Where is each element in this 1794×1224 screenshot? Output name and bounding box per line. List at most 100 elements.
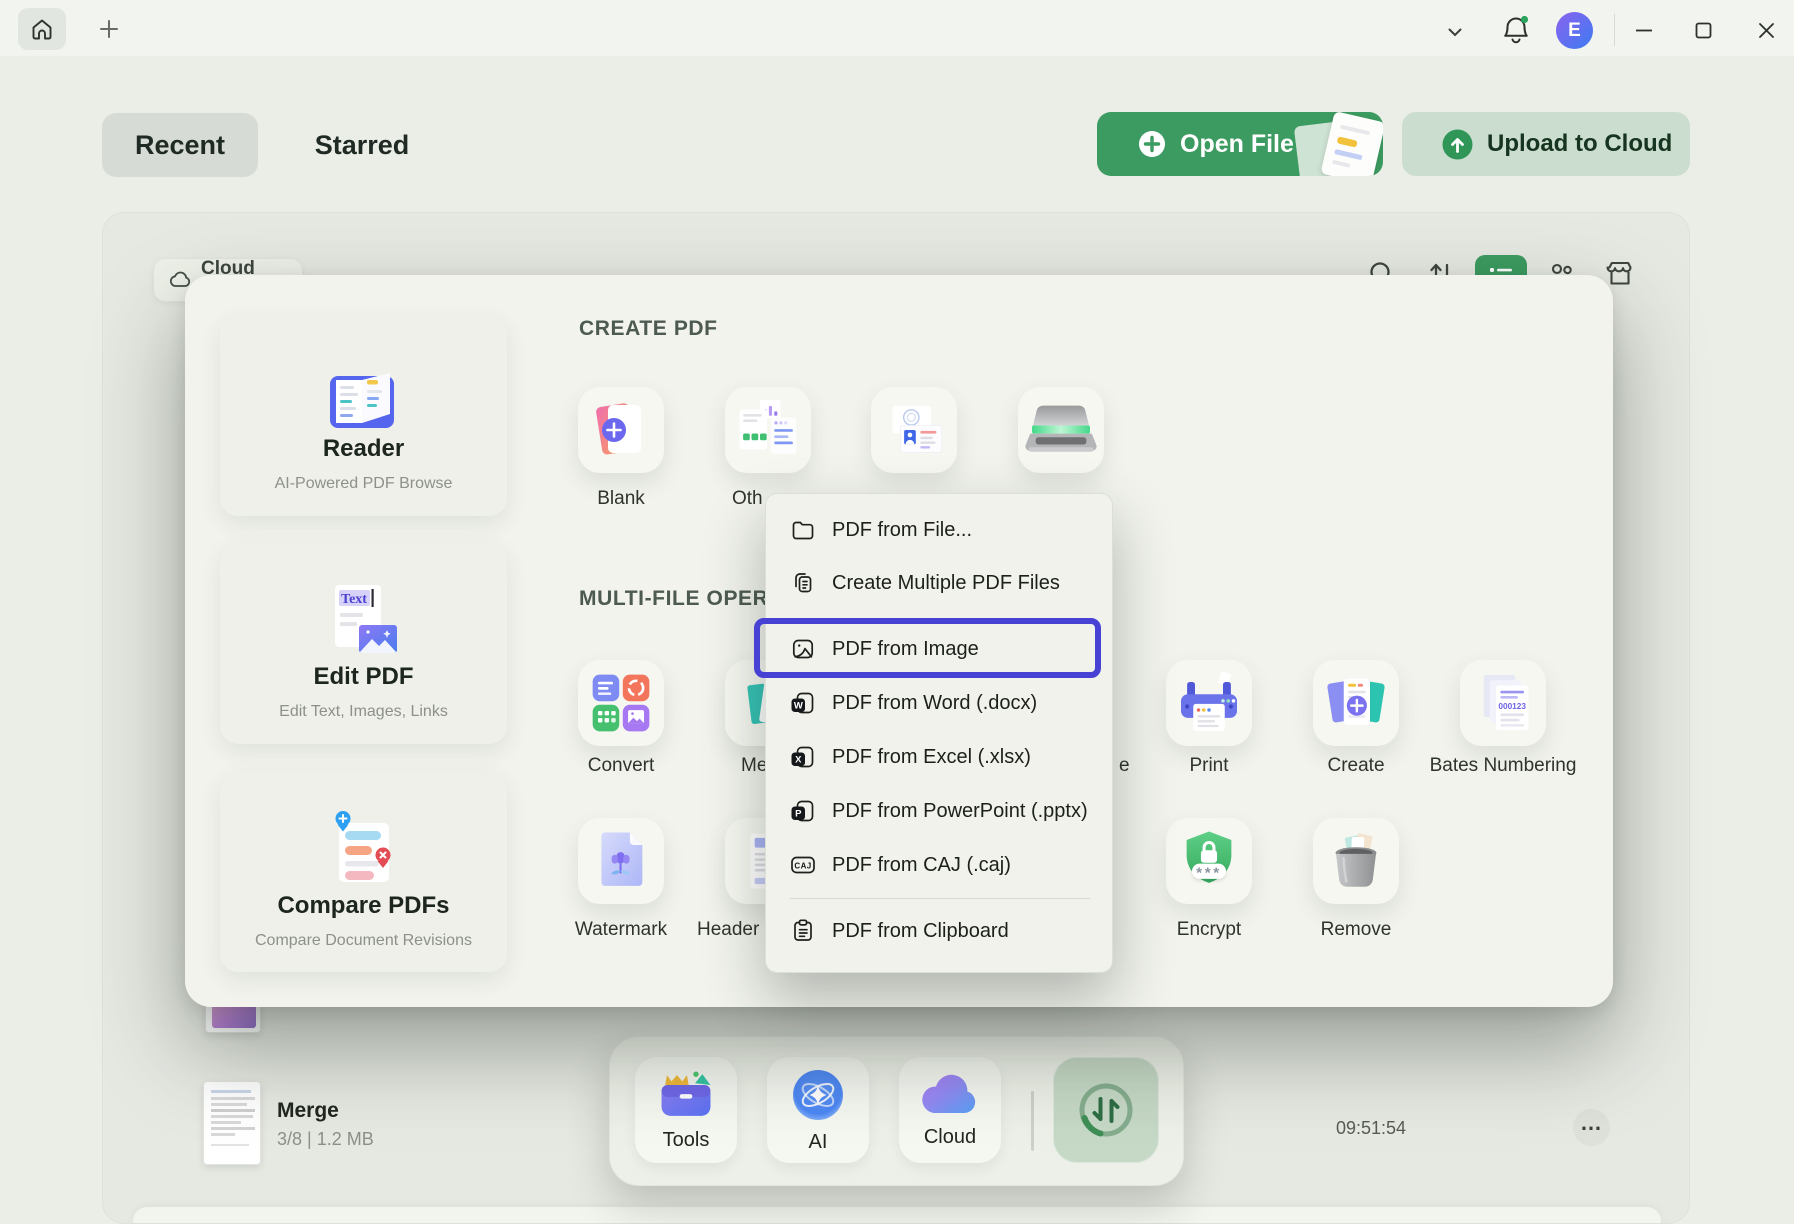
tile-blank[interactable] bbox=[578, 387, 664, 473]
menu-item-label: PDF from CAJ (.caj) bbox=[832, 854, 1011, 877]
tile-create[interactable] bbox=[1313, 660, 1399, 746]
encrypt-shield-icon: *** bbox=[1175, 827, 1243, 895]
other-create-icon bbox=[733, 398, 803, 462]
folder-icon bbox=[790, 517, 816, 543]
powerpoint-file-icon: P bbox=[790, 798, 816, 824]
svg-text:***: *** bbox=[1196, 865, 1222, 882]
menu-item-label: PDF from Clipboard bbox=[832, 920, 1009, 943]
cloud-dock-icon bbox=[920, 1072, 980, 1118]
upload-to-cloud-button[interactable]: Upload to Cloud bbox=[1402, 112, 1690, 176]
tile-other[interactable] bbox=[725, 387, 811, 473]
dock-divider bbox=[1031, 1091, 1034, 1151]
open-file-button[interactable]: Open File bbox=[1097, 112, 1383, 176]
menu-item-pdf-from-clipboard[interactable]: PDF from Clipboard bbox=[766, 909, 1114, 953]
tile-bates-label: Bates Numbering bbox=[1370, 755, 1636, 777]
tile-watermark-label: Watermark bbox=[518, 919, 724, 941]
watermark-icon bbox=[592, 829, 650, 893]
tools-icon bbox=[657, 1069, 715, 1121]
create-pdf-context-menu: PDF from File... Create Multiple PDF Fil… bbox=[765, 493, 1113, 973]
tile-print[interactable] bbox=[1166, 660, 1252, 746]
word-file-icon: W bbox=[790, 690, 816, 716]
blank-pdf-icon bbox=[589, 399, 653, 461]
dock-cloud-label: Cloud bbox=[924, 1126, 976, 1149]
tab-starred[interactable]: Starred bbox=[292, 113, 432, 177]
tile-scanner[interactable] bbox=[1018, 387, 1104, 473]
menu-item-label: PDF from Excel (.xlsx) bbox=[832, 746, 1031, 769]
notification-bell-icon[interactable] bbox=[1499, 12, 1533, 48]
card-compare-title: Compare PDFs bbox=[277, 892, 449, 920]
tile-convert[interactable] bbox=[578, 660, 664, 746]
ellipsis-icon: … bbox=[1580, 1123, 1603, 1133]
dock-tools-button[interactable]: Tools bbox=[635, 1057, 737, 1163]
menu-item-pdf-from-excel[interactable]: X PDF from Excel (.xlsx) bbox=[766, 735, 1114, 779]
upload-arrow-icon bbox=[1442, 129, 1473, 160]
avatar-letter: E bbox=[1568, 20, 1581, 42]
dock-cloud-button[interactable]: Cloud bbox=[899, 1057, 1001, 1163]
dock-ai-button[interactable]: AI bbox=[767, 1057, 869, 1163]
edit-pdf-icon: Text bbox=[321, 543, 407, 661]
documents-illustration bbox=[1295, 114, 1383, 176]
close-button[interactable] bbox=[1752, 16, 1780, 44]
reader-book-icon bbox=[323, 315, 405, 433]
tile-id-card[interactable] bbox=[871, 387, 957, 473]
svg-text:W: W bbox=[794, 701, 803, 712]
menu-item-label: PDF from Word (.docx) bbox=[832, 692, 1037, 715]
open-file-label: Open File bbox=[1180, 130, 1294, 159]
section-multi-file-header: MULTI-FILE OPERAT bbox=[579, 587, 796, 611]
menu-item-create-multiple[interactable]: Create Multiple PDF Files bbox=[766, 561, 1114, 605]
upload-label: Upload to Cloud bbox=[1487, 130, 1672, 158]
next-file-row-partial[interactable] bbox=[133, 1207, 1661, 1224]
tile-encrypt[interactable]: *** bbox=[1166, 818, 1252, 904]
minimize-button[interactable] bbox=[1630, 16, 1658, 44]
convert-arrows-icon bbox=[1073, 1077, 1139, 1143]
tile-blank-label: Blank bbox=[558, 488, 684, 510]
titlebar-divider bbox=[1614, 14, 1615, 46]
card-compare-subtitle: Compare Document Revisions bbox=[255, 932, 472, 950]
tile-header-label-partial: Header a bbox=[697, 919, 775, 941]
menu-item-pdf-from-powerpoint[interactable]: P PDF from PowerPoint (.pptx) bbox=[766, 789, 1114, 833]
dock-tools-label: Tools bbox=[663, 1129, 710, 1152]
card-reader-title: Reader bbox=[323, 435, 404, 463]
more-options-button[interactable]: … bbox=[1573, 1109, 1610, 1146]
maximize-button[interactable] bbox=[1689, 16, 1717, 44]
tile-convert-label: Convert bbox=[518, 755, 724, 777]
tile-remove-label: Remove bbox=[1253, 919, 1459, 941]
convert-icon bbox=[590, 672, 652, 734]
card-reader[interactable]: Reader AI-Powered PDF Browse bbox=[220, 315, 507, 516]
avatar[interactable]: E bbox=[1556, 12, 1593, 49]
svg-text:P: P bbox=[795, 809, 802, 820]
menu-item-pdf-from-word[interactable]: W PDF from Word (.docx) bbox=[766, 681, 1114, 725]
caj-file-icon: CAJ bbox=[790, 852, 816, 878]
tile-remove[interactable] bbox=[1313, 818, 1399, 904]
card-compare-pdfs[interactable]: Compare PDFs Compare Document Revisions bbox=[220, 772, 507, 972]
print-icon bbox=[1174, 670, 1244, 736]
excel-file-icon: X bbox=[790, 744, 816, 770]
home-tab[interactable] bbox=[18, 8, 66, 50]
card-edit-pdf[interactable]: Text Edit PDF Edit Text, Images, Links bbox=[220, 543, 507, 744]
selection-highlight bbox=[754, 618, 1101, 678]
tab-recent[interactable]: Recent bbox=[102, 113, 258, 177]
card-edit-subtitle: Edit Text, Images, Links bbox=[279, 703, 448, 721]
card-reader-subtitle: AI-Powered PDF Browse bbox=[275, 475, 453, 493]
clipboard-icon bbox=[790, 918, 816, 944]
dock-convert-button[interactable] bbox=[1053, 1057, 1159, 1163]
tab-recent-label: Recent bbox=[135, 130, 225, 161]
tile-merge-label-partial: Me bbox=[741, 755, 767, 777]
id-card-icon bbox=[879, 401, 949, 459]
menu-item-label: PDF from File... bbox=[832, 519, 972, 542]
menu-item-label: PDF from PowerPoint (.pptx) bbox=[832, 800, 1088, 823]
tile-watermark[interactable] bbox=[578, 818, 664, 904]
menu-separator bbox=[790, 898, 1090, 899]
tile-other-label-partial: Oth bbox=[732, 488, 763, 510]
file-name: Merge bbox=[277, 1099, 339, 1123]
card-edit-title: Edit PDF bbox=[314, 663, 414, 691]
chevron-down-icon[interactable] bbox=[1441, 18, 1469, 46]
tile-bates-numbering[interactable]: 000123 bbox=[1460, 660, 1546, 746]
svg-text:000123: 000123 bbox=[1498, 701, 1526, 711]
app-window: E Recent Starred Open File bbox=[0, 0, 1794, 1224]
svg-text:Text: Text bbox=[341, 592, 367, 607]
menu-item-pdf-from-caj[interactable]: CAJ PDF from CAJ (.caj) bbox=[766, 843, 1114, 887]
new-tab-button[interactable] bbox=[94, 14, 124, 44]
remove-trash-icon bbox=[1324, 829, 1388, 893]
menu-item-pdf-from-file[interactable]: PDF from File... bbox=[766, 508, 1114, 552]
